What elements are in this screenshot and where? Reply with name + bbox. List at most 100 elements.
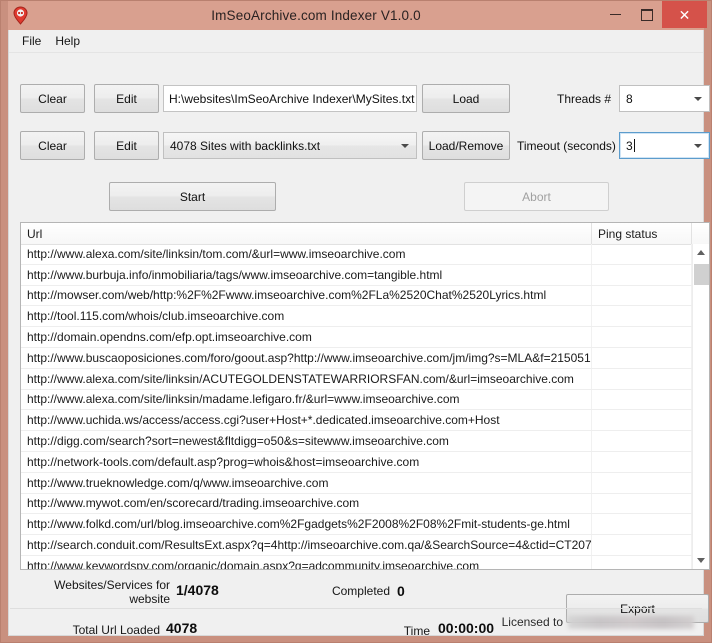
sites-file-row: Clear Edit H:\websites\ImSeoArchive Inde…: [9, 84, 710, 114]
cell-url: http://www.keywordspy.com/organic/domain…: [21, 555, 592, 569]
cell-url: http://www.burbuja.info/inmobiliaria/tag…: [21, 264, 592, 285]
cell-ping-status: [592, 410, 692, 431]
listview-header: Url Ping status: [21, 223, 709, 245]
cell-url: http://www.trueknowledge.com/q/www.imseo…: [21, 472, 592, 493]
edit-sites-button[interactable]: Edit: [94, 84, 159, 113]
cell-ping-status: [592, 285, 692, 306]
cell-url: http://mowser.com/web/http:%2F%2Fwww.ims…: [21, 285, 592, 306]
cell-ping-status: [592, 327, 692, 347]
table-row[interactable]: http://domain.opendns.com/efp.opt.imseoa…: [21, 327, 692, 348]
maximize-icon: [640, 8, 653, 21]
cell-url: http://network-tools.com/default.asp?pro…: [21, 451, 592, 472]
cell-url: http://tool.115.com/whois/club.imseoarch…: [21, 306, 592, 327]
cell-url: http://www.mywot.com/en/scorecard/tradin…: [21, 493, 592, 514]
scroll-down-icon: [697, 558, 705, 563]
chevron-down-icon: [401, 143, 409, 148]
cell-ping-status: [592, 306, 692, 327]
table-row[interactable]: http://www.trueknowledge.com/q/www.imseo…: [21, 472, 692, 494]
cell-url: http://www.folkd.com/url/blog.imseoarchi…: [21, 514, 592, 535]
scroll-up-button[interactable]: [693, 244, 709, 261]
menu-bar: File Help: [9, 30, 703, 53]
websites-value: 1/4078: [176, 582, 219, 598]
load-button[interactable]: Load: [422, 84, 510, 113]
close-button[interactable]: ✕: [662, 1, 707, 28]
websites-label: Websites/Services for website: [54, 578, 170, 606]
clear-backlinks-button[interactable]: Clear: [20, 131, 85, 160]
url-listview[interactable]: Url Ping status http://www.alexa.com/sit…: [20, 222, 710, 570]
license-bar: Licensed to: [10, 608, 702, 635]
table-row[interactable]: http://www.alexa.com/site/linksin/tom.co…: [21, 244, 692, 265]
cell-url: http://digg.com/search?sort=newest&fltdi…: [21, 431, 592, 451]
table-row[interactable]: http://www.mywot.com/en/scorecard/tradin…: [21, 493, 692, 515]
cell-url: http://domain.opendns.com/efp.opt.imseoa…: [21, 327, 592, 347]
threads-select[interactable]: 8: [619, 85, 710, 112]
client-area: File Help Clear Edit H:\websites\ImSeoAr…: [8, 30, 710, 638]
application-window: ImSeoArchive.com Indexer V1.0.0 ✕ File H…: [0, 0, 712, 643]
clear-sites-button[interactable]: Clear: [20, 84, 85, 113]
cell-ping-status: [592, 347, 692, 368]
cell-ping-status: [592, 535, 692, 555]
cell-ping-status: [592, 264, 692, 285]
cell-ping-status: [592, 514, 692, 535]
abort-button[interactable]: Abort: [464, 182, 609, 211]
threads-label: Threads #: [557, 92, 612, 106]
timeout-label: Timeout (seconds): [517, 139, 616, 153]
sites-path-input[interactable]: H:\websites\ImSeoArchive Indexer\MySites…: [163, 85, 417, 112]
load-remove-button[interactable]: Load/Remove: [422, 131, 510, 160]
table-row[interactable]: http://search.conduit.com/ResultsExt.asp…: [21, 535, 692, 556]
backlinks-file-select[interactable]: 4078 Sites with backlinks.txt: [163, 132, 417, 159]
maximize-button[interactable]: [631, 1, 662, 28]
table-row[interactable]: http://www.uchida.ws/access/access.cgi?u…: [21, 410, 692, 432]
minimize-button[interactable]: [600, 1, 631, 28]
app-icon: [13, 6, 28, 25]
cell-url: http://www.alexa.com/site/linksin/ACUTEG…: [21, 368, 592, 389]
table-row[interactable]: http://digg.com/search?sort=newest&fltdi…: [21, 431, 692, 452]
chevron-down-icon: [694, 96, 702, 101]
table-row[interactable]: http://www.alexa.com/site/linksin/ACUTEG…: [21, 368, 692, 390]
chevron-down-icon: [694, 143, 702, 148]
cell-url: http://www.alexa.com/site/linksin/tom.co…: [21, 244, 592, 264]
cell-ping-status: [592, 368, 692, 389]
listview-scrollbar[interactable]: [692, 244, 709, 569]
title-bar: ImSeoArchive.com Indexer V1.0.0 ✕: [8, 1, 707, 30]
cell-url: http://www.buscaoposiciones.com/foro/goo…: [21, 347, 592, 368]
table-row[interactable]: http://mowser.com/web/http:%2F%2Fwww.ims…: [21, 285, 692, 307]
close-icon: ✕: [678, 6, 691, 23]
cell-ping-status: [592, 472, 692, 493]
table-row[interactable]: http://www.alexa.com/site/linksin/madame…: [21, 389, 692, 411]
cell-ping-status: [592, 244, 692, 264]
scrollbar-thumb[interactable]: [694, 264, 709, 285]
cell-ping-status: [592, 451, 692, 472]
text-caret: [633, 139, 635, 152]
cell-url: http://www.alexa.com/site/linksin/madame…: [21, 389, 592, 410]
scroll-up-icon: [697, 250, 705, 255]
window-controls: ✕: [600, 1, 707, 28]
start-button[interactable]: Start: [109, 182, 276, 211]
table-row[interactable]: http://www.folkd.com/url/blog.imseoarchi…: [21, 514, 692, 536]
backlinks-file-value: 4078 Sites with backlinks.txt: [170, 138, 321, 153]
table-row[interactable]: http://www.keywordspy.com/organic/domain…: [21, 555, 692, 569]
cell-url: http://www.uchida.ws/access/access.cgi?u…: [21, 410, 592, 431]
table-row[interactable]: http://tool.115.com/whois/club.imseoarch…: [21, 306, 692, 328]
completed-value: 0: [397, 583, 405, 599]
scroll-down-button[interactable]: [693, 552, 709, 569]
column-header-ping-status[interactable]: Ping status: [592, 223, 692, 244]
timeout-value: 3: [626, 138, 633, 153]
edit-backlinks-button[interactable]: Edit: [94, 131, 159, 160]
status-panel: Websites/Services for website 1/4078 Com…: [10, 572, 709, 638]
menu-file[interactable]: File: [17, 32, 50, 51]
minimize-icon: [610, 14, 621, 15]
backlinks-file-row: Clear Edit 4078 Sites with backlinks.txt…: [9, 131, 710, 161]
column-header-filler: [692, 223, 709, 244]
menu-help[interactable]: Help: [50, 32, 89, 51]
cell-ping-status: [592, 493, 692, 514]
completed-label: Completed: [331, 584, 390, 598]
timeout-select[interactable]: 3: [619, 132, 710, 159]
cell-ping-status: [592, 431, 692, 451]
listview-body: http://www.alexa.com/site/linksin/tom.co…: [21, 244, 692, 569]
table-row[interactable]: http://www.buscaoposiciones.com/foro/goo…: [21, 347, 692, 369]
table-row[interactable]: http://www.burbuja.info/inmobiliaria/tag…: [21, 264, 692, 286]
table-row[interactable]: http://network-tools.com/default.asp?pro…: [21, 451, 692, 473]
cell-ping-status: [592, 555, 692, 569]
column-header-url[interactable]: Url: [21, 223, 592, 244]
